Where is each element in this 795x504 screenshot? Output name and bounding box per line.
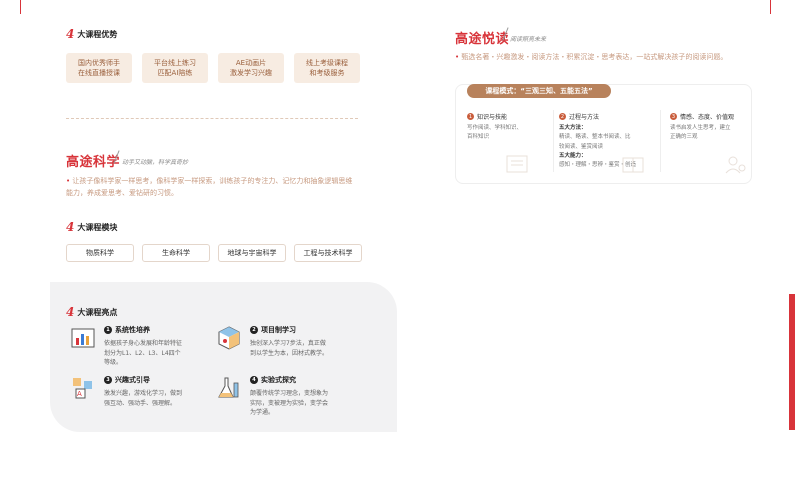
advantage-chip: AE动画片 激发学习兴趣 <box>218 53 284 83</box>
item-number: 2 <box>250 326 258 334</box>
modules-heading: 4 大课程模块 <box>66 221 117 233</box>
science-title: 高途科学 <box>66 155 121 170</box>
abc-icon: A <box>73 378 92 399</box>
column-line: 五大能力： <box>559 153 587 160</box>
highlights-heading: 4 大课程亮点 <box>66 306 117 318</box>
flask-icon <box>218 377 239 398</box>
highlight-item: A 3 兴趣式引导 激发兴趣，游戏化学习，做到强互动、强动手、强理解。 <box>70 375 184 408</box>
user-search-icon <box>725 156 746 174</box>
science-description: • 让孩子像科学家一样思考，像科学家一样探索，训练孩子的专注力、记忆力和抽象逻辑… <box>66 177 353 197</box>
reading-description: • 甄选名著・兴趣激发・阅读方法・积累沉淀・思考表达，一站式解决孩子的阅读问题。 <box>455 53 728 61</box>
item-title: 兴趣式引导 <box>115 376 150 384</box>
column-number: 3 <box>670 113 677 120</box>
heading-number: 4 <box>66 220 75 234</box>
book-icon <box>622 157 644 173</box>
module-chip: 工程与技术科学 <box>294 244 362 262</box>
module-chip: 生命科学 <box>142 244 210 262</box>
item-title: 项目制学习 <box>261 326 296 334</box>
column-number: 1 <box>467 113 474 120</box>
reading-title: 高途悦读 <box>455 32 510 47</box>
item-desc: 颠覆传统学习理念，变想象为实际，变被理为实验，变学会为学通。 <box>250 390 329 417</box>
column-divider <box>553 110 554 172</box>
column-line: 精读、略读、整本书阅读、比 <box>559 134 631 141</box>
heading-label: 大课程优势 <box>77 29 118 39</box>
item-number: 4 <box>250 376 258 384</box>
reading-subtitle: 阅读照亮未来 <box>510 36 547 43</box>
highlight-item: 1 系统性培养 依据孩子身心发展和年龄特征划分为L1、L2、L3、L4四个等级。 <box>70 325 184 368</box>
column-title: 情感、态度、价值观 <box>680 114 735 121</box>
advantage-chip: 线上考级课程 和考级服务 <box>294 53 360 83</box>
item-desc: 激发兴趣，游戏化学习，做到强互动、强动手、强理解。 <box>104 390 183 407</box>
science-subtitle: 动手又动脑，科学真奇妙 <box>122 159 189 166</box>
item-number: 1 <box>104 326 112 334</box>
document-icon <box>506 155 528 173</box>
column-line: 百科知识 <box>467 134 490 141</box>
heading-label: 大课程模块 <box>77 222 118 232</box>
highlight-item: 4 实验式探究 颠覆传统学习理念，变想象为实际，变被理为实验，变学会为学通。 <box>216 375 330 418</box>
heading-label: 大课程亮点 <box>77 307 118 317</box>
column-title: 过程与方法 <box>569 114 600 121</box>
column-divider <box>660 110 661 172</box>
column-line: 五大方法： <box>559 125 587 131</box>
section-divider <box>66 118 358 119</box>
column-line: 写作阅读、学科知识、 <box>467 125 523 131</box>
column-number: 2 <box>559 113 566 120</box>
module-chip: 地球与宇宙科学 <box>218 244 286 262</box>
science-description-text: 让孩子像科学家一样思考，像科学家一样探索，训练孩子的专注力、记忆力和抽象逻辑思维… <box>66 177 353 197</box>
item-title: 系统性培养 <box>115 326 150 334</box>
mode-column: 3 情感、态度、价值观 读书启发人生思考，建立 正确的三观 <box>670 112 750 143</box>
heading-number: 4 <box>66 305 75 319</box>
item-desc: 独创深入学习7步法，真正做到以学生为本，因材式教学。 <box>250 340 329 357</box>
column-line: 读书启发人生思考，建立 <box>670 125 731 131</box>
item-number: 3 <box>104 376 112 384</box>
cube-icon <box>218 326 240 350</box>
column-line: 较阅读、鉴赏阅读 <box>559 143 604 150</box>
mode-column: 1 知识与技能 写作阅读、学科知识、 百科知识 <box>467 112 551 143</box>
module-chip: 物质科学 <box>66 244 134 262</box>
item-title: 实验式探究 <box>261 376 296 384</box>
crop-mark <box>770 0 771 14</box>
bar-chart-icon <box>71 328 95 348</box>
heading-number: 4 <box>66 27 75 41</box>
column-title: 知识与技能 <box>477 114 508 121</box>
advantage-chip: 国内优秀师手 在线直播授课 <box>66 53 132 83</box>
page-edge-bar <box>789 294 795 430</box>
advantage-chip: 平台线上练习 匹配AI陪练 <box>142 53 208 83</box>
svg-text:A: A <box>77 390 82 398</box>
advantages-heading: 4 大课程优势 <box>66 28 117 40</box>
reading-description-text: 甄选名著・兴趣激发・阅读方法・积累沉淀・思考表达，一站式解决孩子的阅读问题。 <box>461 53 728 61</box>
item-desc: 依据孩子身心发展和年龄特征划分为L1、L2、L3、L4四个等级。 <box>104 340 183 367</box>
highlight-item: 2 项目制学习 独创深入学习7步法，真正做到以学生为本，因材式教学。 <box>216 325 330 358</box>
mode-pill: 课程模式：“三观三知、五能五法” <box>467 84 611 98</box>
crop-mark <box>20 0 21 14</box>
column-line: 正确的三观 <box>670 134 698 141</box>
